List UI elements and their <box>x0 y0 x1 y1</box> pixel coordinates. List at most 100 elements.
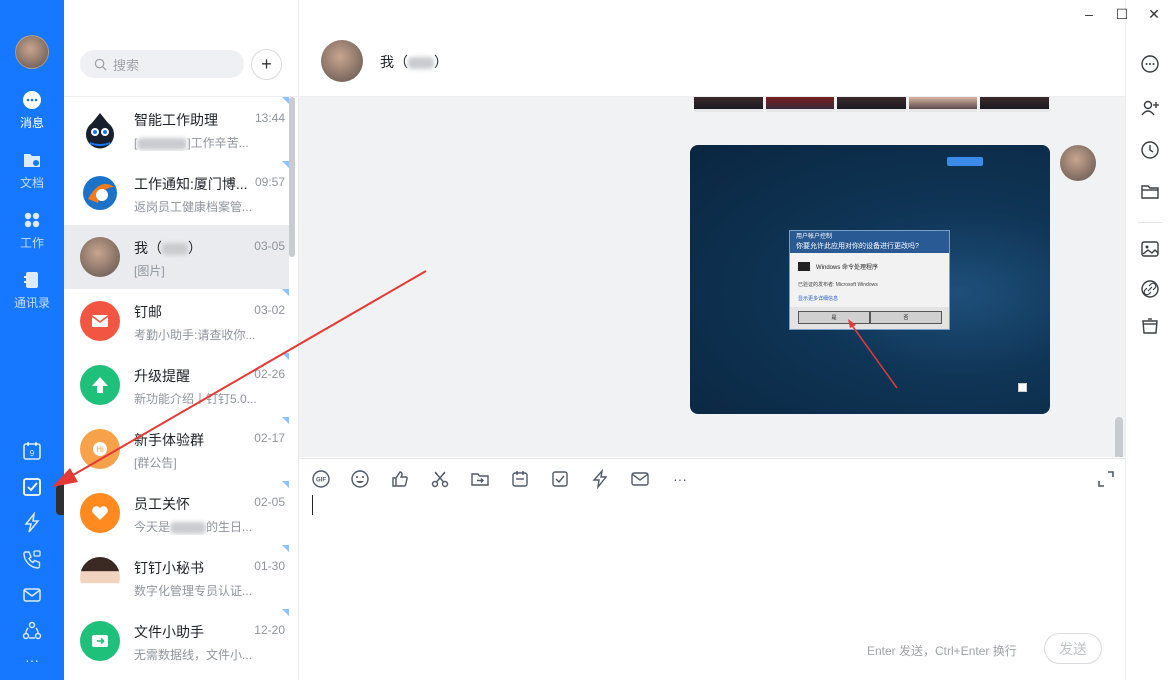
nav-label: 文档 <box>19 176 44 190</box>
grid-icon <box>24 212 40 228</box>
close-button[interactable]: ✕ <box>1146 6 1162 22</box>
list-scrollbar[interactable] <box>289 97 295 257</box>
conversation-name: 钉钉小秘书 <box>134 560 204 576</box>
send-shortcut-hint: Enter 发送，Ctrl+Enter 换行 <box>867 644 1017 658</box>
expand-icon[interactable] <box>1095 468 1117 490</box>
archive-icon[interactable] <box>1140 316 1160 336</box>
more-circle-icon[interactable] <box>1140 54 1160 74</box>
gif-icon[interactable]: GIF <box>310 468 332 490</box>
upgrade-avatar <box>80 365 120 405</box>
chat-area: 我（） 用户帐户控制 你要允许此应用对你的设备进行更改吗? Windows 命令… <box>299 0 1125 680</box>
conversation-preview: [群公告] <box>134 456 177 470</box>
conversation-item[interactable]: 钉钉小秘书 01-30 数字化管理专员认证... <box>64 545 289 609</box>
scissors-icon[interactable] <box>429 468 451 490</box>
conversation-item[interactable]: 文件小助手 12-20 无需数据线，文件小... <box>64 609 289 673</box>
minimize-button[interactable]: – <box>1081 6 1097 22</box>
share-screen-icon[interactable] <box>469 468 491 490</box>
phone-video-icon[interactable] <box>21 548 43 570</box>
folder-icon <box>24 154 40 167</box>
image-icon[interactable] <box>1140 239 1160 259</box>
mail-avatar <box>80 301 120 341</box>
calendar-day: 9 <box>30 449 35 458</box>
conversation-preview: 考勤小助手:请查收你... <box>134 328 256 342</box>
add-user-icon[interactable] <box>1140 98 1160 118</box>
svg-text:Hi: Hi <box>96 445 104 454</box>
conversation-name: 工作通知:厦门博... <box>134 176 248 192</box>
calendar-icon[interactable] <box>509 468 531 490</box>
conversation-name: 员工关怀 <box>134 496 190 512</box>
conversation-item-selected[interactable]: 我（） 03-05 [图片] <box>64 225 289 289</box>
text-caret <box>312 495 313 515</box>
conversation-name: 我（） <box>134 240 202 256</box>
conversation-preview: 无需数据线，文件小... <box>134 648 253 662</box>
work-notice-avatar <box>80 173 120 213</box>
conversation-time: 02-26 <box>254 367 285 381</box>
send-button[interactable]: 发送 <box>1044 633 1102 664</box>
my-avatar[interactable] <box>15 35 49 69</box>
link-icon[interactable] <box>1140 279 1160 299</box>
conversation-item[interactable]: 工作通知:厦门博... 09:57 返岗员工健康档案管... <box>64 161 289 225</box>
svg-text:GIF: GIF <box>316 478 326 484</box>
emoji-icon[interactable] <box>349 468 371 490</box>
message-list: 用户帐户控制 你要允许此应用对你的设备进行更改吗? Windows 命令处理程序… <box>299 97 1125 457</box>
nav-label: 消息 <box>19 116 44 130</box>
search-input[interactable]: 搜索 <box>80 50 244 78</box>
mail-icon[interactable] <box>21 584 43 606</box>
mail-icon <box>91 315 109 327</box>
previous-image-message[interactable] <box>694 97 1049 112</box>
conversation-item[interactable]: 钉邮 03-02 考勤小助手:请查收你... <box>64 289 289 353</box>
clock-icon[interactable] <box>1140 140 1160 160</box>
conversation-time: 02-17 <box>254 431 285 445</box>
more-icon[interactable]: ··· <box>669 468 691 490</box>
lightning-icon[interactable] <box>21 511 43 534</box>
mail-icon[interactable] <box>629 468 651 490</box>
add-button[interactable]: + <box>251 49 282 80</box>
nav-item-docs[interactable]: 文档 <box>0 150 64 202</box>
conversation-time: 09:57 <box>254 175 285 189</box>
image-message[interactable]: 用户帐户控制 你要允许此应用对你的设备进行更改吗? Windows 命令处理程序… <box>690 145 1050 414</box>
more-icon[interactable]: ··· <box>21 652 43 674</box>
todo-icon[interactable] <box>21 476 43 498</box>
conversation-preview: 新功能介绍丨钉钉5.0... <box>134 392 257 406</box>
nav-item-work[interactable]: 工作 <box>0 210 64 262</box>
nav-item-messages[interactable]: 消息 <box>0 90 64 142</box>
lightning-icon[interactable] <box>589 468 611 490</box>
sender-avatar[interactable] <box>1060 145 1096 181</box>
calendar-icon[interactable]: 9 <box>21 440 43 462</box>
conversation-item[interactable]: 员工关怀 02-05 今天是 的生日... <box>64 481 289 545</box>
conversation-item[interactable]: 升级提醒 02-26 新功能介绍丨钉钉5.0... <box>64 353 289 417</box>
nav-item-contacts[interactable]: 通讯录 <box>0 270 64 322</box>
conversation-name: 升级提醒 <box>134 368 190 384</box>
conversation-name: 新手体验群 <box>134 432 204 448</box>
pin-marker <box>282 417 289 424</box>
conversation-preview: 数字化管理专员认证... <box>134 584 253 598</box>
assistant-bot-avatar <box>80 109 120 149</box>
conversation-time: 01-30 <box>254 559 285 573</box>
thumbs-up-icon[interactable] <box>389 468 411 490</box>
search-placeholder: 搜索 <box>113 57 140 73</box>
org-icon[interactable] <box>21 620 43 642</box>
group-avatar: Hi <box>80 429 120 469</box>
pin-marker <box>282 545 289 552</box>
chat-scrollbar[interactable] <box>1115 417 1123 457</box>
user-avatar <box>80 237 120 277</box>
checkbox-icon[interactable] <box>549 468 571 490</box>
chat-bubble-icon <box>23 91 41 109</box>
search-icon <box>94 58 107 71</box>
pin-marker <box>282 161 289 168</box>
peer-avatar[interactable] <box>321 40 363 82</box>
maximize-button[interactable]: ☐ <box>1114 6 1130 22</box>
folder-icon[interactable] <box>1140 182 1160 202</box>
conversation-item[interactable]: Hi 新手体验群 02-17 [群公告] <box>64 417 289 481</box>
conversation-item[interactable]: 智能工作助理 13:44 []工作辛苦... <box>64 97 289 161</box>
pin-marker <box>282 289 289 296</box>
conversation-name: 智能工作助理 <box>134 112 218 128</box>
pin-marker <box>282 609 289 616</box>
input-toolbar: GIF ··· <box>299 458 1125 498</box>
chat-header: 我（） <box>299 0 1125 97</box>
conversation-time: 03-02 <box>254 303 285 317</box>
conversation-time: 12-20 <box>254 623 285 637</box>
pin-marker <box>282 97 289 104</box>
conversation-preview: []工作辛苦... <box>134 136 249 150</box>
conversation-preview: 今天是 的生日... <box>134 520 253 534</box>
